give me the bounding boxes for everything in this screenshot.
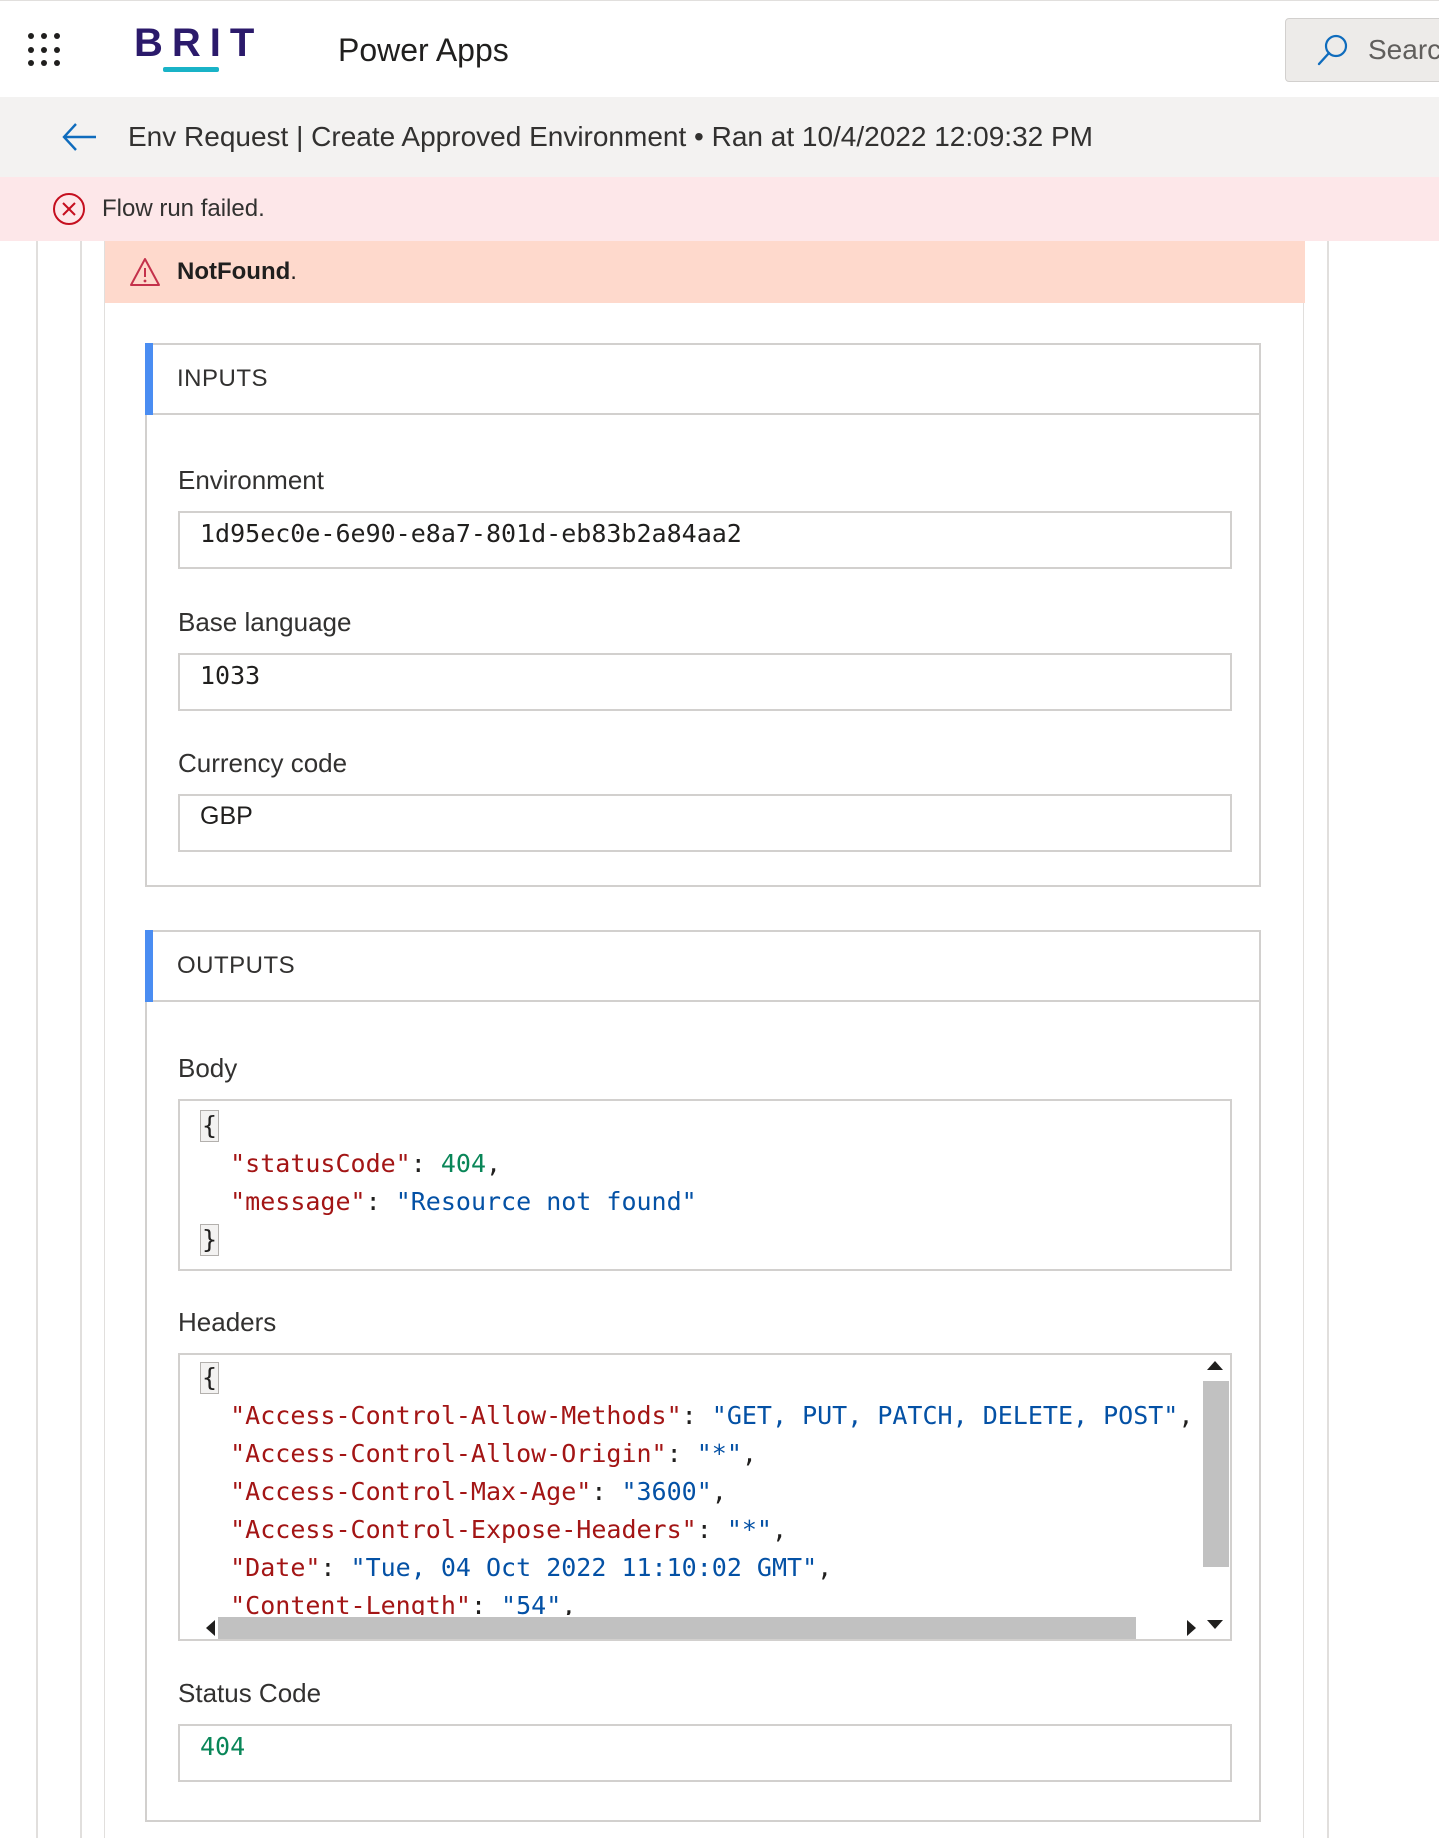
- brand-logo[interactable]: BRIT: [134, 21, 263, 66]
- open-brace: {: [200, 1110, 220, 1142]
- search-icon: [1317, 34, 1348, 66]
- brand-logo-underline: [163, 67, 219, 72]
- inputs-heading[interactable]: INPUTS: [145, 343, 1259, 415]
- error-code: NotFound: [177, 258, 291, 285]
- json-string: "Resource not found": [395, 1187, 697, 1216]
- search-placeholder: Search: [1368, 34, 1439, 65]
- error-banner: NotFound.: [105, 241, 1305, 303]
- top-bar: BRIT Power Apps Search: [0, 0, 1439, 97]
- divider: [36, 241, 38, 1838]
- json-string: "*": [696, 1439, 742, 1468]
- json-string: "3600": [621, 1477, 712, 1506]
- run-details: NotFound. INPUTS Environment 1d95ec0e-6e…: [0, 241, 1439, 1838]
- json-key: "Access-Control-Allow-Methods": [230, 1401, 682, 1430]
- scroll-up-icon[interactable]: [1207, 1361, 1223, 1370]
- currency-code-label: Currency code: [178, 748, 348, 778]
- headers-label: Headers: [178, 1307, 277, 1337]
- json-key: "message": [230, 1187, 366, 1216]
- base-language-label: Base language: [178, 607, 352, 637]
- back-arrow-icon: [62, 123, 96, 151]
- body-field[interactable]: { "statusCode": 404, "message": "Resourc…: [178, 1099, 1232, 1271]
- divider: [1327, 241, 1329, 1838]
- warning-icon: [130, 258, 160, 286]
- horizontal-scrollbar[interactable]: [180, 1615, 1200, 1639]
- error-message: NotFound.: [177, 258, 297, 286]
- close-brace: }: [200, 1224, 220, 1256]
- json-key: "Access-Control-Expose-Headers": [230, 1515, 697, 1544]
- json-string: "*": [726, 1515, 772, 1544]
- action-card: NotFound. INPUTS Environment 1d95ec0e-6e…: [104, 241, 1305, 1838]
- horizontal-scroll-thumb[interactable]: [218, 1617, 1136, 1639]
- app-launcher-icon[interactable]: [28, 33, 62, 67]
- environment-field[interactable]: 1d95ec0e-6e90-e8a7-801d-eb83b2a84aa2: [178, 511, 1232, 569]
- error-suffix: .: [290, 258, 297, 285]
- run-header: Env Request | Create Approved Environmen…: [0, 97, 1439, 177]
- json-key: "statusCode": [230, 1149, 411, 1178]
- json-string: "Tue, 04 Oct 2022 11:10:02 GMT": [350, 1553, 818, 1582]
- error-circle-icon: [53, 193, 85, 225]
- status-code-label: Status Code: [178, 1678, 322, 1708]
- scroll-right-icon[interactable]: [1187, 1620, 1196, 1636]
- search-input[interactable]: Search: [1285, 18, 1439, 82]
- vertical-scrollbar[interactable]: [1200, 1355, 1230, 1639]
- scroll-left-icon[interactable]: [206, 1620, 215, 1636]
- base-language-field[interactable]: 1033: [178, 653, 1232, 711]
- json-key: "Access-Control-Max-Age": [230, 1477, 592, 1506]
- scroll-down-icon[interactable]: [1207, 1620, 1223, 1629]
- headers-field[interactable]: { "Access-Control-Allow-Methods": "GET, …: [178, 1353, 1232, 1641]
- json-string: "GET, PUT, PATCH, DELETE, POST": [711, 1401, 1179, 1430]
- json-number: 404: [440, 1149, 486, 1178]
- body-label: Body: [178, 1053, 238, 1083]
- outputs-heading[interactable]: OUTPUTS: [145, 930, 1259, 1002]
- inputs-section: INPUTS Environment 1d95ec0e-6e90-e8a7-80…: [145, 343, 1261, 887]
- divider: [80, 241, 82, 1838]
- status-code-field[interactable]: 404: [178, 1724, 1232, 1782]
- run-title: Env Request | Create Approved Environmen…: [128, 121, 1094, 152]
- failure-text: Flow run failed.: [102, 195, 265, 222]
- json-key: "Date": [230, 1553, 321, 1582]
- failure-banner: Flow run failed.: [0, 177, 1439, 241]
- headers-json: { "Access-Control-Allow-Methods": "GET, …: [200, 1359, 1193, 1639]
- outputs-section: OUTPUTS Body { "statusCode": 404, "messa…: [145, 930, 1261, 1822]
- open-brace: {: [200, 1362, 220, 1394]
- currency-code-field[interactable]: GBP: [178, 794, 1232, 852]
- vertical-scroll-thumb[interactable]: [1203, 1381, 1229, 1567]
- environment-label: Environment: [178, 465, 324, 495]
- back-button[interactable]: [60, 117, 100, 157]
- json-key: "Access-Control-Allow-Origin": [230, 1439, 667, 1468]
- app-name[interactable]: Power Apps: [338, 32, 509, 69]
